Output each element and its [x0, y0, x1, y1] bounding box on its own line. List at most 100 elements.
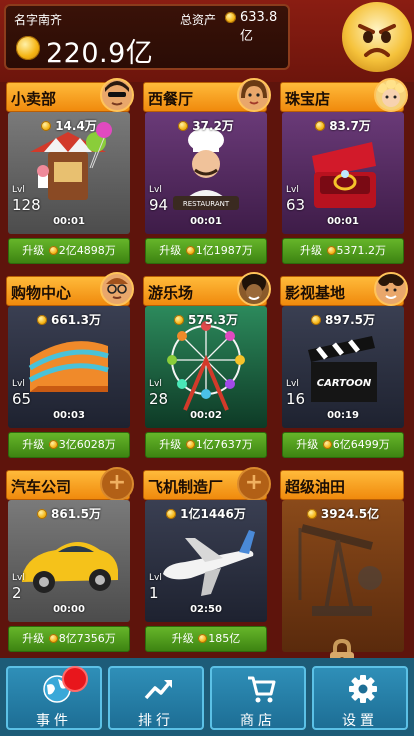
glasses-man-avatar[interactable] [100, 272, 134, 306]
business-panel[interactable]: 1亿1446万 Lvl 1 02:50 [145, 500, 267, 622]
nav-ranking-label: 排行 [138, 713, 174, 729]
income-label: 14.4万 [8, 117, 130, 134]
coin-icon [178, 121, 189, 131]
coin-icon [315, 121, 326, 131]
business-title: 西餐厅 [148, 90, 194, 108]
total-assets-value: 633.8亿 [240, 10, 278, 44]
business-title: 游乐场 [148, 284, 194, 302]
upgrade-button[interactable]: 升级 1亿1987万 [145, 238, 267, 264]
coin-icon [37, 509, 48, 519]
woman-avatar[interactable] [237, 78, 271, 112]
business-title: 珠宝店 [285, 90, 331, 108]
coin-icon [16, 36, 40, 60]
cash-amount: 220.9亿 [46, 38, 154, 69]
business-title: 飞机制造厂 [148, 478, 224, 496]
sunglasses-man-avatar[interactable] [100, 78, 134, 112]
business-panel[interactable]: RESTAURANT 37.2万 Lvl 94 00:01 [145, 112, 267, 234]
business-card-restaurant[interactable]: 西餐厅 RESTAURANT 37.2万 Lvl 94 00:01 升级 1亿1… [143, 78, 271, 264]
production-timer: 02:50 [190, 604, 222, 615]
nav-settings-button[interactable]: 设置 [312, 666, 408, 730]
business-panel[interactable]: 575.3万 Lvl 28 00:02 [145, 306, 267, 428]
upgrade-button[interactable]: 升级 8亿7356万 [8, 626, 130, 652]
production-timer: 00:03 [53, 410, 85, 421]
coin-icon [322, 440, 332, 449]
coin-icon [37, 315, 48, 325]
level-value: 28 [149, 390, 169, 408]
level-value: 1 [149, 584, 159, 602]
upgrade-button[interactable]: 升级 6亿6499万 [282, 432, 404, 458]
business-panel[interactable]: 14.4万 Lvl 128 00:01 [8, 112, 130, 234]
level-value: 128 [12, 196, 41, 214]
business-card-aircraft-factory[interactable]: 飞机制造厂 + 1亿1446万 Lvl 1 02:50 升级 185亿 [143, 467, 271, 652]
coin-icon [185, 246, 195, 255]
coin-icon [41, 121, 52, 131]
level-value: 16 [286, 390, 306, 408]
business-title: 影视基地 [285, 284, 346, 302]
add-manager-button[interactable]: + [100, 467, 134, 501]
production-timer: 00:00 [53, 604, 85, 615]
business-card-oil-field-locked[interactable]: 超级油田 3924.5亿 [280, 470, 408, 670]
total-assets-label: 总资产 [180, 13, 217, 27]
business-title: 汽车公司 [11, 478, 72, 496]
nav-shop-label: 商店 [240, 713, 276, 729]
trend-chart-icon [144, 680, 172, 700]
angry-face-icon[interactable] [342, 2, 412, 72]
upgrade-button[interactable]: 升级 5371.2万 [282, 238, 404, 264]
top-bar: 名字南齐 总资产 633.8亿 220.9亿 [0, 0, 414, 82]
coin-icon [185, 440, 195, 449]
business-title: 小卖部 [11, 90, 57, 108]
notification-badge [62, 666, 88, 692]
business-panel[interactable]: 861.5万 Lvl 2 00:00 [8, 500, 130, 622]
business-panel[interactable]: CARTOON 897.5万 Lvl 16 00:19 [282, 306, 404, 428]
business-card-snack-shop[interactable]: 小卖部 14.4万 Lvl 128 00:01 升级 2亿4898万 [6, 78, 134, 264]
level-label: Lvl [149, 573, 162, 583]
business-card-film-studio[interactable]: 影视基地 CARTOON 897.5万 Lvl 16 00:19 升级 6亿64… [280, 272, 408, 458]
coin-icon [166, 509, 177, 519]
business-panel[interactable]: 83.7万 Lvl 63 00:01 [282, 112, 404, 234]
level-label: Lvl [12, 573, 25, 583]
bottom-nav: 事件 排行 商店 设置 [0, 658, 414, 736]
income-label: 1亿1446万 [145, 505, 267, 522]
nav-events-button[interactable]: 事件 [6, 666, 102, 730]
shopping-cart-icon [248, 676, 276, 703]
nav-settings-label: 设置 [342, 713, 378, 729]
level-value: 2 [12, 584, 22, 602]
level-label: Lvl [286, 379, 299, 389]
coin-icon [198, 634, 208, 643]
oil-pump-art [298, 524, 382, 616]
upgrade-button[interactable]: 升级 185亿 [145, 626, 267, 652]
level-label: Lvl [286, 185, 299, 195]
business-title: 购物中心 [11, 284, 72, 302]
blonde-woman-avatar[interactable] [374, 78, 408, 112]
income-label: 37.2万 [145, 117, 267, 134]
production-timer: 00:02 [190, 410, 222, 421]
nav-events-label: 事件 [36, 713, 72, 729]
business-panel[interactable]: 3924.5亿 [282, 500, 404, 670]
coin-icon [48, 246, 58, 255]
production-timer: 00:01 [190, 216, 222, 227]
business-card-amusement-park[interactable]: 游乐场 575.3万 Lvl 28 00:02 升级 1亿7637万 [143, 272, 271, 458]
nav-shop-button[interactable]: 商店 [210, 666, 306, 730]
coin-icon [225, 12, 236, 23]
level-value: 94 [149, 196, 169, 214]
business-card-jewelry-store[interactable]: 珠宝店 83.7万 Lvl 63 00:01 升级 5371.2万 [280, 78, 408, 264]
upgrade-button[interactable]: 升级 3亿6028万 [8, 432, 130, 458]
nav-ranking-button[interactable]: 排行 [108, 666, 204, 730]
income-label: 661.3万 [8, 311, 130, 328]
level-label: Lvl [149, 185, 162, 195]
afro-man-avatar[interactable] [237, 272, 271, 306]
business-card-shopping-mall[interactable]: 购物中心 661.3万 Lvl 65 00:03 升级 3亿6028万 [6, 272, 134, 458]
player-name: 名字南齐 [14, 13, 63, 27]
business-panel[interactable]: 661.3万 Lvl 65 00:03 [8, 306, 130, 428]
add-manager-button[interactable]: + [237, 467, 271, 501]
coin-icon [326, 246, 336, 255]
business-card-car-company[interactable]: 汽车公司 + 861.5万 Lvl 2 00:00 升级 8亿7356万 [6, 467, 134, 652]
upgrade-button[interactable]: 升级 1亿7637万 [145, 432, 267, 458]
income-label: 3924.5亿 [282, 505, 404, 522]
coin-icon [48, 634, 58, 643]
curly-man-avatar[interactable] [374, 272, 408, 306]
level-label: Lvl [12, 379, 25, 389]
income-label: 575.3万 [145, 311, 267, 328]
upgrade-button[interactable]: 升级 2亿4898万 [8, 238, 130, 264]
business-title: 超级油田 [285, 478, 346, 496]
